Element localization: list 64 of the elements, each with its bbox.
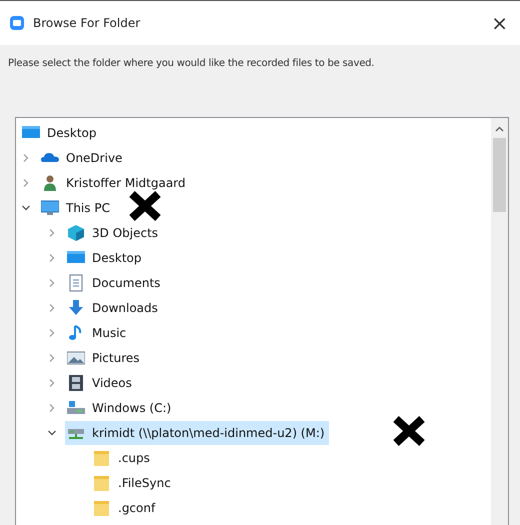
chevron-down-icon[interactable] [47,428,57,438]
chevron-right-icon[interactable] [47,302,57,312]
down-arrow-icon [67,298,85,316]
tree-item-label: Videos [92,376,132,390]
tree-item[interactable]: krimidt (\\platon\med-idinmed-u2) (M:) [65,420,329,444]
tree-item[interactable]: .gconf [91,496,160,520]
person-icon [41,174,59,192]
chevron-down-icon[interactable] [21,202,31,212]
chevron-right-icon[interactable] [47,328,57,338]
cube-icon [67,224,85,242]
tree-item-label: Documents [92,276,160,290]
close-button[interactable]: × [489,11,510,35]
tree-item-label: .FileSync [118,476,171,490]
chevron-right-icon[interactable] [47,378,57,388]
tree-item[interactable]: .FileSync [91,470,175,494]
folder-icon [93,474,111,492]
tree-item[interactable]: Documents [65,270,164,294]
tree-item-label: This PC [66,200,110,214]
chevron-right-icon[interactable] [21,178,31,188]
folder-icon [93,448,111,466]
tree-item[interactable]: Desktop [65,246,146,270]
tree-item-label: 3D Objects [92,226,158,240]
tree-item-label: Pictures [92,350,140,364]
chevron-right-icon[interactable] [47,252,57,262]
film-icon [67,374,85,392]
cross-mark-icon [392,416,426,446]
window-title: Browse For Folder [33,16,140,30]
tree-item-label: OneDrive [66,150,122,164]
tree-item-label: Downloads [92,300,158,314]
tree-item-label: Kristoffer Midtgaard [66,176,186,190]
tree-item[interactable]: Videos [65,370,136,394]
chevron-right-icon[interactable] [47,352,57,362]
tree-item-label: krimidt (\\platon\med-idinmed-u2) (M:) [92,426,325,440]
scrollbar-thumb[interactable] [493,138,506,212]
picture-icon [67,348,85,366]
chevron-right-icon[interactable] [47,402,57,412]
tree-item[interactable]: Pictures [65,346,144,370]
chevron-right-icon[interactable] [47,228,57,238]
tree-item[interactable]: Music [65,320,130,344]
tree-item[interactable]: Downloads [65,296,162,320]
tree-item[interactable]: Kristoffer Midtgaard [39,170,190,194]
scroll-up-icon[interactable] [495,126,504,132]
tree-item-label: Windows (C:) [92,400,172,414]
monitor-icon [41,198,59,216]
tree-item[interactable]: OneDrive [39,146,126,170]
tree-item[interactable]: .cups [91,446,154,470]
tree-item[interactable]: Windows (C:) [65,396,176,420]
document-icon [67,274,85,292]
tree-item-label: .cups [118,450,150,464]
chevron-right-icon[interactable] [21,152,31,162]
tree-item-label: Music [92,326,126,340]
hard-drive-icon [67,398,85,416]
scrollbar[interactable] [491,118,508,525]
app-icon [10,16,24,30]
tree-item-label: .gconf [118,500,156,514]
tree-item-label: Desktop [47,126,96,140]
chevron-right-icon[interactable] [47,278,57,288]
tree-item[interactable]: Desktop [20,120,100,144]
tree-item[interactable]: This PC [39,196,114,220]
cross-mark-icon [128,191,162,221]
tree-item[interactable]: 3D Objects [65,220,162,244]
instruction-text: Please select the folder where you would like the recorded files to be saved. [7,57,376,71]
folder-icon [93,498,111,516]
tree-item-label: Desktop [92,250,142,264]
